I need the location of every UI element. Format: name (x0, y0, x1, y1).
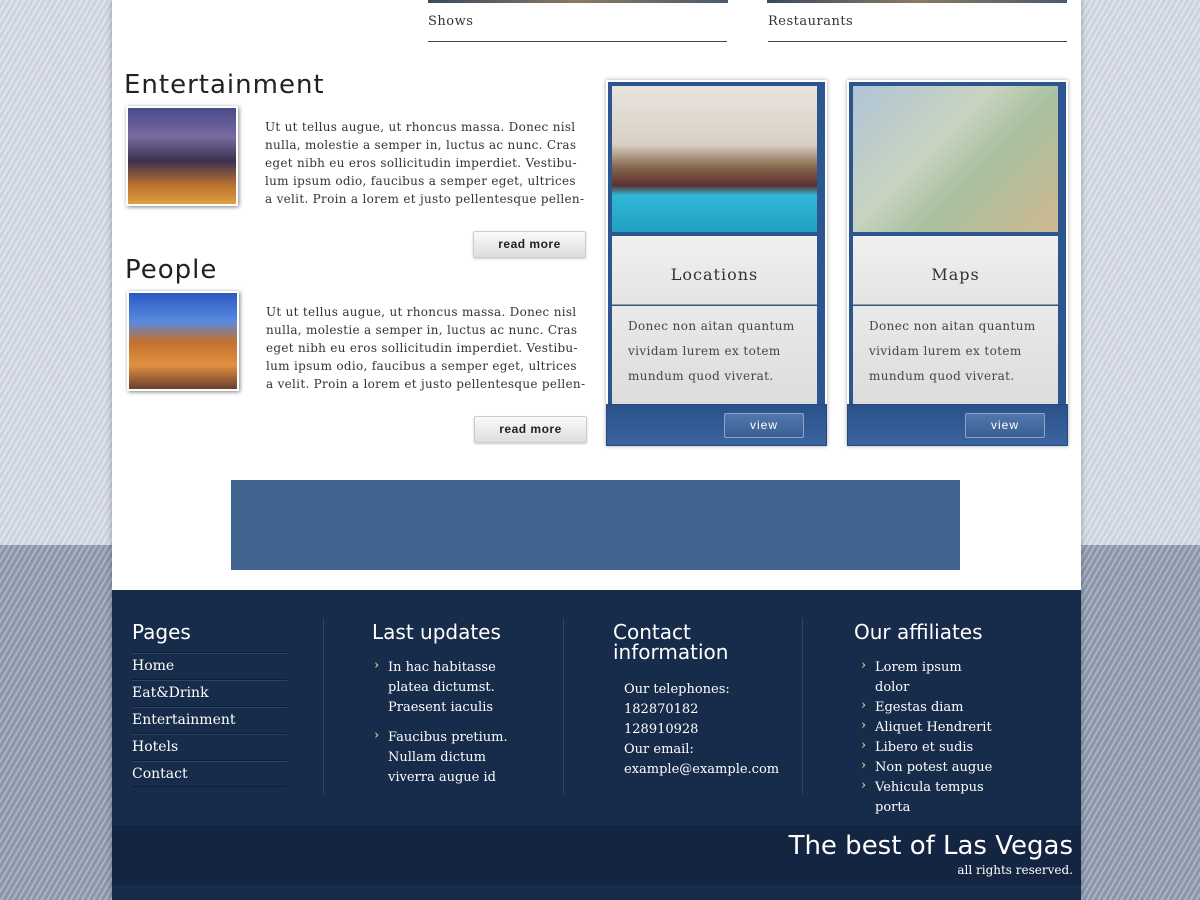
affiliate-link[interactable]: Egestas diam (859, 696, 999, 718)
footer-link-home[interactable]: Home (132, 652, 287, 679)
people-text: Ut ut tellus augue, ut rhoncus massa. Do… (266, 305, 586, 391)
update-item[interactable]: Faucibus pretium. Nullam dictum viverra … (372, 726, 512, 788)
people-image (127, 291, 239, 391)
entertainment-image (126, 106, 238, 206)
locations-card: Locations Donec non aitan quantum vivida… (606, 80, 827, 446)
footer-nav: Home Eat&Drink Entertainment Hotels Cont… (132, 652, 287, 787)
footer: Pages Home Eat&Drink Entertainment Hotel… (112, 590, 1081, 900)
updates-list: In hac habitasse platea dictumst. Praese… (372, 656, 512, 788)
footer-link-eat-drink[interactable]: Eat&Drink (132, 679, 287, 706)
restaurants-link[interactable]: Restaurants (768, 14, 1067, 42)
telephones-label: Our telephones: (624, 682, 730, 697)
affiliate-link[interactable]: Aliquet Hendrerit (859, 716, 999, 738)
update-item[interactable]: In hac habitasse platea dictumst. Praese… (372, 656, 512, 718)
affiliate-link[interactable]: Vehicula tempus porta (859, 776, 989, 818)
telephone-1: 182870182 (624, 702, 699, 717)
affiliates-heading: Our affiliates (854, 620, 983, 644)
footer-link-entertainment[interactable]: Entertainment (132, 706, 287, 733)
contact-info: Our telephones: 182870182 128910928 Our … (624, 680, 779, 780)
maps-card: Maps Donec non aitan quantum vividam lur… (847, 80, 1068, 446)
telephone-2: 128910928 (624, 722, 699, 737)
last-updates-heading: Last updates (372, 620, 501, 644)
footer-link-hotels[interactable]: Hotels (132, 733, 287, 760)
affiliate-link[interactable]: Libero et sudis (859, 736, 999, 758)
maps-title: Maps (853, 236, 1058, 305)
page-container: Shows Restaurants Entertainment Ut ut te… (112, 0, 1081, 900)
affiliates-list: Lorem ipsum dolor Egestas diam Aliquet H… (859, 656, 999, 818)
maps-text: Donec non aitan quantum vividam lurem ex… (853, 306, 1058, 406)
locations-view-button[interactable]: view (724, 413, 804, 438)
pages-heading: Pages (132, 620, 191, 644)
entertainment-text: Ut ut tellus augue, ut rhoncus massa. Do… (265, 120, 585, 206)
shows-image[interactable] (428, 0, 728, 3)
email-link[interactable]: example@example.com (624, 760, 779, 780)
entertainment-read-more-button[interactable]: read more (473, 231, 586, 258)
email-label: Our email: (624, 742, 694, 757)
contact-heading: Contact information (613, 620, 729, 664)
locations-title: Locations (612, 236, 817, 305)
entertainment-heading: Entertainment (124, 70, 325, 100)
people-read-more-button[interactable]: read more (474, 416, 587, 443)
divider (563, 618, 564, 794)
restaurants-image[interactable] (767, 0, 1067, 3)
shows-link[interactable]: Shows (428, 14, 727, 42)
locations-text: Donec non aitan quantum vividam lurem ex… (612, 306, 817, 406)
copyright: all rights reserved. (957, 863, 1073, 877)
locations-image[interactable] (612, 86, 817, 232)
banner-ad[interactable] (231, 480, 960, 570)
footer-link-contact[interactable]: Contact (132, 760, 287, 787)
affiliate-link[interactable]: Non potest augue (859, 756, 999, 778)
people-heading: People (125, 255, 218, 285)
footer-bottom-bar: The best of Las Vegas all rights reserve… (112, 825, 1081, 885)
divider (323, 618, 324, 794)
affiliate-link[interactable]: Lorem ipsum dolor (859, 656, 999, 698)
divider (802, 618, 803, 794)
tagline: The best of Las Vegas (788, 831, 1073, 861)
maps-image[interactable] (853, 86, 1058, 232)
maps-view-button[interactable]: view (965, 413, 1045, 438)
